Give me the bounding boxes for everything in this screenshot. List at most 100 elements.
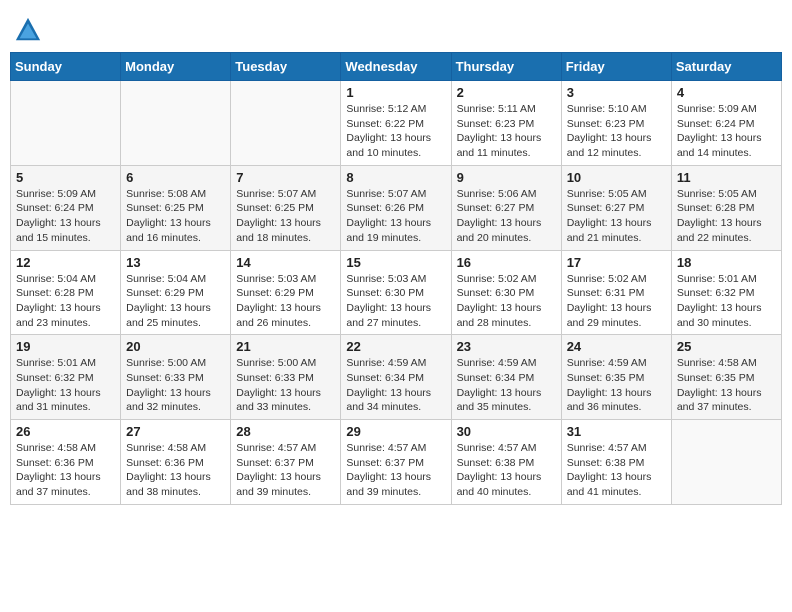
day-info: Sunrise: 4:59 AM Sunset: 6:34 PM Dayligh…	[346, 356, 445, 415]
day-number: 13	[126, 255, 225, 270]
day-header-friday: Friday	[561, 53, 671, 81]
calendar-cell	[11, 81, 121, 166]
day-number: 31	[567, 424, 666, 439]
day-number: 29	[346, 424, 445, 439]
day-info: Sunrise: 5:10 AM Sunset: 6:23 PM Dayligh…	[567, 102, 666, 161]
calendar-cell: 28Sunrise: 4:57 AM Sunset: 6:37 PM Dayli…	[231, 420, 341, 505]
calendar-cell	[121, 81, 231, 166]
day-number: 5	[16, 170, 115, 185]
day-header-tuesday: Tuesday	[231, 53, 341, 81]
day-info: Sunrise: 5:02 AM Sunset: 6:31 PM Dayligh…	[567, 272, 666, 331]
week-row-5: 26 Sunrise: 4:58 AM Sunset: 6:36 PM Dayli…	[11, 420, 782, 505]
day-info: Sunrise: 5:04 AM Sunset: 6:29 PM Dayligh…	[126, 272, 225, 331]
day-info: Sunrise: 4:58 AM Sunset: 6:35 PM Dayligh…	[677, 356, 776, 415]
day-info: Sunrise: 5:09 AM Sunset: 6:24 PM Dayligh…	[677, 102, 776, 161]
calendar-cell: 11 Sunrise: 5:05 AM Sunset: 6:28 PM Dayli…	[671, 165, 781, 250]
calendar-cell: 29 Sunrise: 4:57 AM Sunset: 6:37 PM Dayli…	[341, 420, 451, 505]
calendar-cell: 8 Sunrise: 5:07 AM Sunset: 6:26 PM Daylig…	[341, 165, 451, 250]
logo-icon	[14, 16, 42, 44]
calendar-cell: 20 Sunrise: 5:00 AM Sunset: 6:33 PM Dayli…	[121, 335, 231, 420]
day-number: 10	[567, 170, 666, 185]
logo	[14, 16, 46, 44]
day-number: 21	[236, 339, 335, 354]
day-info: Sunrise: 4:57 AM Sunset: 6:38 PM Dayligh…	[457, 441, 556, 500]
calendar-cell: 23 Sunrise: 4:59 AM Sunset: 6:34 PM Dayli…	[451, 335, 561, 420]
day-number: 16	[457, 255, 556, 270]
day-info: Sunrise: 5:02 AM Sunset: 6:30 PM Dayligh…	[457, 272, 556, 331]
day-number: 27	[126, 424, 225, 439]
week-row-3: 12Sunrise: 5:04 AM Sunset: 6:28 PM Dayli…	[11, 250, 782, 335]
day-number: 23	[457, 339, 556, 354]
day-number: 1	[346, 85, 445, 100]
day-header-saturday: Saturday	[671, 53, 781, 81]
day-number: 20	[126, 339, 225, 354]
day-info: Sunrise: 4:59 AM Sunset: 6:35 PM Dayligh…	[567, 356, 666, 415]
calendar-cell: 24 Sunrise: 4:59 AM Sunset: 6:35 PM Dayli…	[561, 335, 671, 420]
day-number: 4	[677, 85, 776, 100]
calendar-cell: 3Sunrise: 5:10 AM Sunset: 6:23 PM Daylig…	[561, 81, 671, 166]
day-number: 25	[677, 339, 776, 354]
week-row-2: 5 Sunrise: 5:09 AM Sunset: 6:24 PM Daylig…	[11, 165, 782, 250]
day-info: Sunrise: 5:01 AM Sunset: 6:32 PM Dayligh…	[677, 272, 776, 331]
day-info: Sunrise: 5:00 AM Sunset: 6:33 PM Dayligh…	[126, 356, 225, 415]
day-info: Sunrise: 5:12 AM Sunset: 6:22 PM Dayligh…	[346, 102, 445, 161]
calendar-cell	[671, 420, 781, 505]
day-info: Sunrise: 5:08 AM Sunset: 6:25 PM Dayligh…	[126, 187, 225, 246]
day-info: Sunrise: 5:07 AM Sunset: 6:26 PM Dayligh…	[346, 187, 445, 246]
calendar-cell: 27Sunrise: 4:58 AM Sunset: 6:36 PM Dayli…	[121, 420, 231, 505]
day-number: 8	[346, 170, 445, 185]
day-info: Sunrise: 5:09 AM Sunset: 6:24 PM Dayligh…	[16, 187, 115, 246]
calendar-cell: 30 Sunrise: 4:57 AM Sunset: 6:38 PM Dayli…	[451, 420, 561, 505]
day-number: 7	[236, 170, 335, 185]
day-number: 11	[677, 170, 776, 185]
day-info: Sunrise: 5:01 AM Sunset: 6:32 PM Dayligh…	[16, 356, 115, 415]
calendar-cell: 25 Sunrise: 4:58 AM Sunset: 6:35 PM Dayli…	[671, 335, 781, 420]
day-info: Sunrise: 5:07 AM Sunset: 6:25 PM Dayligh…	[236, 187, 335, 246]
day-info: Sunrise: 5:11 AM Sunset: 6:23 PM Dayligh…	[457, 102, 556, 161]
day-number: 26	[16, 424, 115, 439]
week-row-1: 1 Sunrise: 5:12 AM Sunset: 6:22 PM Daylig…	[11, 81, 782, 166]
calendar-cell: 16 Sunrise: 5:02 AM Sunset: 6:30 PM Dayli…	[451, 250, 561, 335]
day-info: Sunrise: 4:58 AM Sunset: 6:36 PM Dayligh…	[16, 441, 115, 500]
page-header	[10, 10, 782, 44]
day-number: 14	[236, 255, 335, 270]
day-number: 24	[567, 339, 666, 354]
calendar-cell: 14 Sunrise: 5:03 AM Sunset: 6:29 PM Dayli…	[231, 250, 341, 335]
day-number: 19	[16, 339, 115, 354]
calendar-cell: 26 Sunrise: 4:58 AM Sunset: 6:36 PM Dayli…	[11, 420, 121, 505]
day-info: Sunrise: 5:05 AM Sunset: 6:28 PM Dayligh…	[677, 187, 776, 246]
calendar-cell: 21Sunrise: 5:00 AM Sunset: 6:33 PM Dayli…	[231, 335, 341, 420]
day-info: Sunrise: 4:57 AM Sunset: 6:37 PM Dayligh…	[236, 441, 335, 500]
day-info: Sunrise: 4:57 AM Sunset: 6:37 PM Dayligh…	[346, 441, 445, 500]
day-header-wednesday: Wednesday	[341, 53, 451, 81]
day-number: 17	[567, 255, 666, 270]
calendar-cell: 9Sunrise: 5:06 AM Sunset: 6:27 PM Daylig…	[451, 165, 561, 250]
day-info: Sunrise: 4:59 AM Sunset: 6:34 PM Dayligh…	[457, 356, 556, 415]
day-info: Sunrise: 5:04 AM Sunset: 6:28 PM Dayligh…	[16, 272, 115, 331]
calendar-cell: 22 Sunrise: 4:59 AM Sunset: 6:34 PM Dayli…	[341, 335, 451, 420]
day-number: 18	[677, 255, 776, 270]
calendar-cell: 19 Sunrise: 5:01 AM Sunset: 6:32 PM Dayli…	[11, 335, 121, 420]
day-info: Sunrise: 5:03 AM Sunset: 6:29 PM Dayligh…	[236, 272, 335, 331]
calendar-cell: 15Sunrise: 5:03 AM Sunset: 6:30 PM Dayli…	[341, 250, 451, 335]
calendar-cell: 2 Sunrise: 5:11 AM Sunset: 6:23 PM Daylig…	[451, 81, 561, 166]
day-info: Sunrise: 4:57 AM Sunset: 6:38 PM Dayligh…	[567, 441, 666, 500]
week-row-4: 19 Sunrise: 5:01 AM Sunset: 6:32 PM Dayli…	[11, 335, 782, 420]
day-number: 15	[346, 255, 445, 270]
calendar-cell: 6 Sunrise: 5:08 AM Sunset: 6:25 PM Daylig…	[121, 165, 231, 250]
calendar-cell: 7 Sunrise: 5:07 AM Sunset: 6:25 PM Daylig…	[231, 165, 341, 250]
day-number: 22	[346, 339, 445, 354]
day-header-sunday: Sunday	[11, 53, 121, 81]
calendar-cell: 4 Sunrise: 5:09 AM Sunset: 6:24 PM Daylig…	[671, 81, 781, 166]
calendar-cell: 10 Sunrise: 5:05 AM Sunset: 6:27 PM Dayli…	[561, 165, 671, 250]
days-header-row: SundayMondayTuesdayWednesdayThursdayFrid…	[11, 53, 782, 81]
day-info: Sunrise: 5:05 AM Sunset: 6:27 PM Dayligh…	[567, 187, 666, 246]
calendar-cell: 5 Sunrise: 5:09 AM Sunset: 6:24 PM Daylig…	[11, 165, 121, 250]
day-header-monday: Monday	[121, 53, 231, 81]
day-number: 30	[457, 424, 556, 439]
day-number: 9	[457, 170, 556, 185]
day-number: 6	[126, 170, 225, 185]
day-number: 2	[457, 85, 556, 100]
calendar-cell: 17 Sunrise: 5:02 AM Sunset: 6:31 PM Dayli…	[561, 250, 671, 335]
day-header-thursday: Thursday	[451, 53, 561, 81]
